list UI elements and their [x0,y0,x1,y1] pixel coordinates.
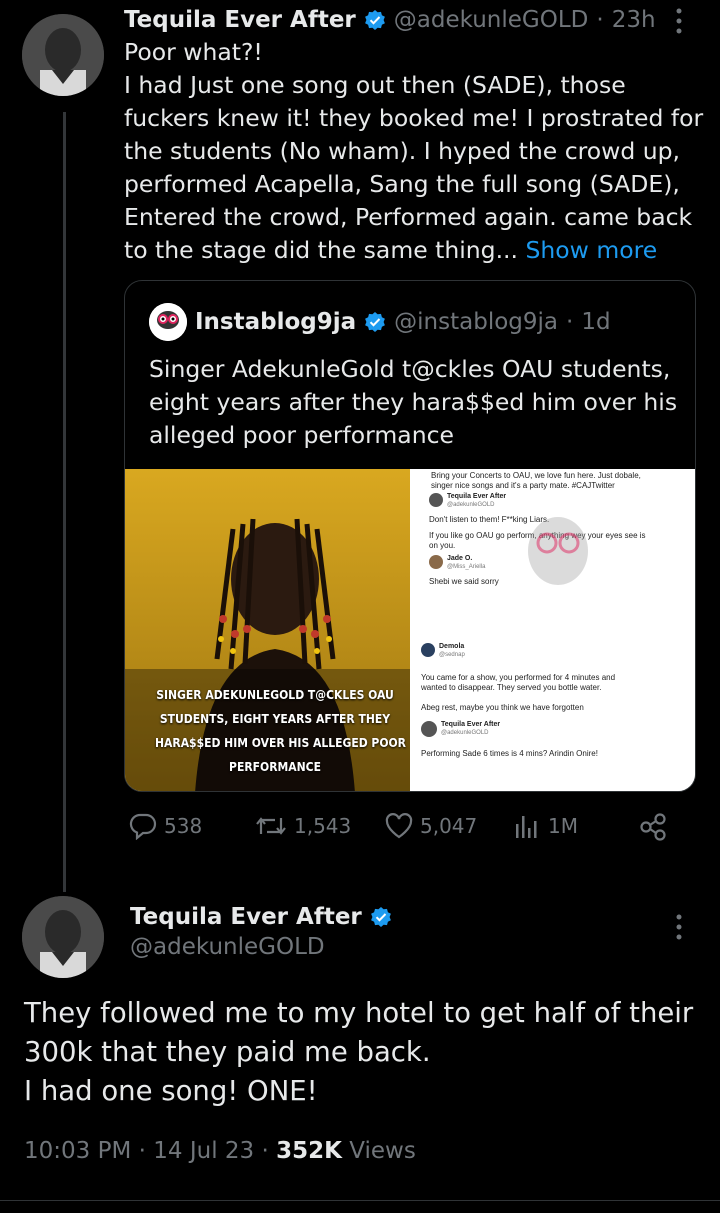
tweet-line: Entered the crowd, Performed again. came… [124,203,693,231]
quote-time[interactable]: 1d [581,309,610,335]
tweet-line: They followed me to my hotel to get half… [24,997,694,1029]
like-count: 5,047 [420,814,478,838]
reply-button[interactable]: 538 [128,812,202,840]
tweet-line: 300k that they paid me back. [24,1036,431,1068]
caption-line: PERFORMANCE [229,760,321,774]
quote-header: Instablog9ja @instablog9ja · 1d [149,303,611,341]
screenshot-replies-top[interactable]: Bring your Concerts to OAU, we love fun … [413,469,695,629]
tweet-line: performed Acapella, Sang the full song (… [124,170,680,198]
quote-text: Singer AdekunleGold t@ckles OAU students… [149,353,679,452]
retweet-count: 1,543 [294,814,352,838]
verified-badge-icon [370,907,391,927]
views-total: 352K [276,1138,342,1164]
ss-handle: @Miss_Ariella [447,564,486,570]
ss-text: singer nice songs and it's a party mate.… [431,481,615,490]
ss-text: wanted to disappear. They served you bot… [421,683,602,692]
ss-avatar [421,721,437,737]
ss-handle: @adekunleGOLD [441,730,489,736]
tweet-text: Poor what?! I had Just one song out then… [124,36,704,267]
views-button[interactable]: 1M [512,812,578,840]
avatar[interactable] [22,14,104,96]
divider [0,1200,720,1201]
tweet-time[interactable]: 10:03 PM [24,1138,131,1164]
caption-line: HARA$$ED HIM OVER HIS ALLEGED POOR [155,736,406,750]
ss-avatar [429,493,443,507]
quote-author-name[interactable]: Instablog9ja [195,309,356,335]
quote-media[interactable]: SINGER ADEKUNLEGOLD T@CKLES OAU STUDENTS… [125,469,695,791]
ss-name: Tequila Ever After [441,721,501,728]
tweet-line: I had one song! ONE! [24,1075,318,1107]
tweet-header: Tequila Ever After @adekunleGOLD · 23h [124,4,656,36]
show-more-link[interactable]: Show more [525,236,657,264]
author-name[interactable]: Tequila Ever After [130,904,362,930]
author-name[interactable]: Tequila Ever After [124,7,356,33]
tweet-actions: 538 1,543 5,047 1M [124,812,684,852]
image-caption: SINGER ADEKUNLEGOLD T@CKLES OAU STUDENTS… [155,683,406,779]
instablog9ja-logo[interactable] [149,303,187,341]
share-button[interactable] [638,812,670,842]
tweet-meta: 10:03 PM · 14 Jul 23 · 352K Views [24,1138,416,1164]
ss-avatar [429,555,443,569]
ss-text: You came for a show, you performed for 4… [421,673,616,682]
verified-badge-icon [364,10,385,30]
separator-dot: · [566,309,574,335]
watermark-owl-icon [528,517,588,585]
ss-text: Bring your Concerts to OAU, we love fun … [431,471,641,480]
share-icon [640,813,666,841]
author-handle[interactable]: @adekunleGOLD [130,934,325,960]
photo-adekunle-gold[interactable]: SINGER ADEKUNLEGOLD T@CKLES OAU STUDENTS… [125,469,410,791]
separator-dot: · [596,7,604,33]
ss-text: Shebi we said sorry [429,577,499,586]
ss-handle: @sednap [439,652,465,658]
heart-icon [385,813,413,839]
tweet-line: Poor what?! [124,38,263,66]
quote-line: alleged poor performance [149,421,454,449]
author-handle[interactable]: @adekunleGOLD [394,7,589,33]
tweet-line: fuckers knew it! they booked me! I prost… [124,104,704,132]
tweet-line-text: to the stage did the same thing... [124,236,518,264]
tweet-line: the students (No wham). I hyped the crow… [124,137,681,165]
reply-count: 538 [164,814,203,838]
ss-name: Jade O. [447,555,473,562]
ss-text: on you. [429,541,456,550]
retweet-button[interactable]: 1,543 [254,812,351,840]
ss-text: Performing Sade 6 times is 4 mins? Arind… [421,749,598,758]
like-button[interactable]: 5,047 [384,812,477,840]
quote-line: Singer AdekunleGold t@ckles OAU students… [149,355,671,383]
more-options-icon[interactable] [676,8,682,34]
views-label: Views [349,1138,416,1164]
more-options-icon[interactable] [676,914,682,940]
quoted-tweet[interactable]: Instablog9ja @instablog9ja · 1d Singer A… [124,280,696,792]
quote-author-handle[interactable]: @instablog9ja [394,309,558,335]
separator-dot: · [261,1138,277,1164]
tweet-line: I had Just one song out then (SADE), tho… [124,71,626,99]
ss-handle: @adekunleGOLD [447,502,495,508]
separator-dot: · [138,1138,154,1164]
tweet-line-last: to the stage did the same thing... Show … [124,234,704,267]
retweet-icon [256,817,286,835]
quote-line: eight years after they hara$$ed him over… [149,388,678,416]
thread-line [63,112,66,892]
tweet-header: Tequila Ever After [130,904,392,930]
ss-name: Tequila Ever After [447,493,507,500]
caption-line: STUDENTS, EIGHT YEARS AFTER THEY [159,712,391,726]
tweet-date[interactable]: 14 Jul 23 [153,1138,254,1164]
verified-badge-icon [365,312,386,332]
screenshot-replies-bottom[interactable]: Demola @sednap You came for a show, you … [413,633,695,791]
views-bar-icon [516,816,537,838]
ss-text: Abeg rest, maybe you think we have forgo… [421,703,584,712]
ss-avatar [421,643,435,657]
reply-icon [129,813,157,840]
ss-name: Demola [439,643,465,650]
tweet-text: They followed me to my hotel to get half… [24,994,704,1111]
avatar[interactable] [22,896,104,978]
tweet-time[interactable]: 23h [612,7,656,33]
views-count: 1M [548,814,578,838]
caption-line: SINGER ADEKUNLEGOLD T@CKLES OAU [156,688,394,702]
